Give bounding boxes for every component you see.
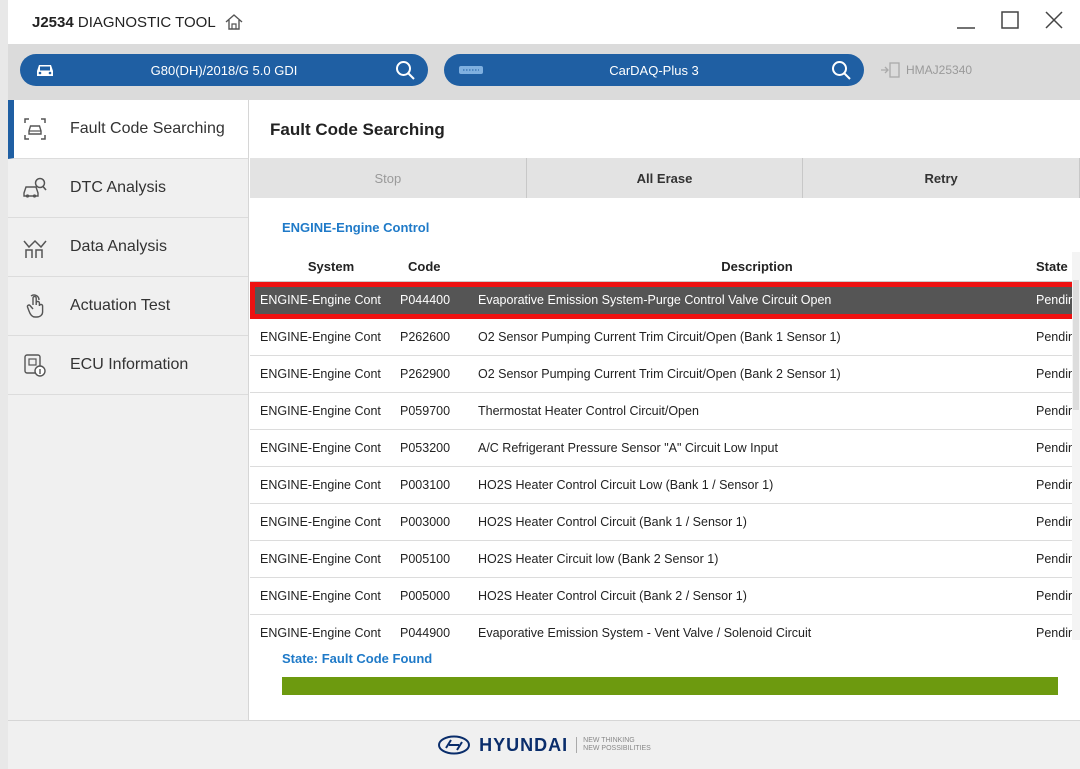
cell-code: P059700 bbox=[400, 404, 451, 418]
hyundai-emblem-icon bbox=[438, 735, 471, 755]
car-scan-icon bbox=[24, 118, 46, 140]
cell-code: P005100 bbox=[400, 552, 451, 566]
sidebar-item-ecu-information[interactable]: ECU Information bbox=[8, 336, 248, 395]
progress-fill bbox=[282, 677, 1058, 695]
action-bar: Stop All Erase Retry bbox=[250, 158, 1080, 198]
cell-description: HO2S Heater Control Circuit Low (Bank 1 … bbox=[478, 478, 774, 492]
search-icon[interactable] bbox=[394, 59, 416, 81]
cell-code: P044900 bbox=[400, 626, 451, 640]
table-scrollbar[interactable] bbox=[1072, 252, 1080, 640]
device-selector[interactable]: CarDAQ-Plus 3 bbox=[444, 54, 864, 86]
search-icon[interactable] bbox=[830, 59, 852, 81]
cell-system: ENGINE-Engine Cont bbox=[260, 626, 381, 640]
column-header-description[interactable]: Description bbox=[472, 259, 1036, 274]
main-panel: Fault Code Searching Stop All Erase Retr… bbox=[250, 100, 1080, 720]
cell-system: ENGINE-Engine Cont bbox=[260, 330, 381, 344]
cell-code: P005000 bbox=[400, 589, 451, 603]
table-row[interactable]: ENGINE-Engine Cont P262600 O2 Sensor Pumpi… bbox=[250, 319, 1080, 356]
cell-description: HO2S Heater Control Circuit (Bank 1 / Se… bbox=[478, 515, 747, 529]
sidebar-item-label: Data Analysis bbox=[70, 238, 167, 255]
sidebar-item-label: DTC Analysis bbox=[70, 179, 167, 196]
cell-code: P003000 bbox=[400, 515, 451, 529]
title-bar: J2534 DIAGNOSTIC TOOL bbox=[8, 0, 1080, 44]
cell-system: ENGINE-Engine Cont bbox=[260, 478, 381, 492]
device-label: CarDAQ-Plus 3 bbox=[609, 62, 699, 78]
vin-indicator: HMAJ25340 bbox=[880, 62, 972, 78]
brand-name: HYUNDAI bbox=[479, 734, 569, 755]
retry-button[interactable]: Retry bbox=[803, 158, 1080, 198]
cell-description: Evaporative Emission System - Vent Valve… bbox=[478, 626, 812, 640]
scrollbar-thumb[interactable] bbox=[1073, 280, 1079, 410]
column-header-code[interactable]: Code bbox=[390, 259, 472, 274]
table-row[interactable]: ENGINE-Engine Cont P003100 HO2S Heater Con… bbox=[250, 467, 1080, 504]
sidebar-item-label: Actuation Test bbox=[70, 297, 171, 314]
cell-description: HO2S Heater Circuit low (Bank 2 Sensor 1… bbox=[478, 552, 719, 566]
table-body: ENGINE-Engine Cont P044400 Evaporative Emi… bbox=[250, 282, 1080, 640]
table-row[interactable]: ENGINE-Engine Cont P005000 HO2S Heater Con… bbox=[250, 578, 1080, 615]
column-header-system[interactable]: System bbox=[250, 259, 390, 274]
sidebar-item-actuation-test[interactable]: Actuation Test bbox=[8, 277, 248, 336]
vehicle-label: G80(DH)/2018/G 5.0 GDI bbox=[150, 62, 298, 78]
sidebar: Fault Code Searching DTC Analysis Data A… bbox=[8, 100, 249, 720]
brand-tagline: NEW THINKING NEW POSSIBILITIES bbox=[576, 737, 651, 753]
stop-button[interactable]: Stop bbox=[250, 158, 527, 198]
app-window: J2534 DIAGNOSTIC TOOL G80(DH)/2018/G 5.0… bbox=[8, 0, 1080, 769]
all-erase-button[interactable]: All Erase bbox=[527, 158, 804, 198]
sidebar-item-data-analysis[interactable]: Data Analysis bbox=[8, 218, 248, 277]
table-row[interactable]: ENGINE-Engine Cont P262900 O2 Sensor Pumpi… bbox=[250, 356, 1080, 393]
cell-code: P044400 bbox=[400, 293, 451, 307]
cell-description: Evaporative Emission System-Purge Contro… bbox=[478, 293, 832, 307]
vehicle-selector[interactable]: G80(DH)/2018/G 5.0 GDI bbox=[20, 54, 428, 86]
cell-code: P262600 bbox=[400, 330, 451, 344]
minimize-icon[interactable] bbox=[954, 8, 978, 32]
cell-description: HO2S Heater Control Circuit (Bank 2 / Se… bbox=[478, 589, 747, 603]
hyundai-logo: HYUNDAI NEW THINKING NEW POSSIBILITIES bbox=[437, 735, 651, 756]
waveform-icon bbox=[23, 239, 47, 258]
cell-description: O2 Sensor Pumping Current Trim Circuit/O… bbox=[478, 330, 841, 344]
cell-system: ENGINE-Engine Cont bbox=[260, 367, 381, 381]
cell-system: ENGINE-Engine Cont bbox=[260, 589, 381, 603]
table-row[interactable]: ENGINE-Engine Cont P044900 Evaporative Emi… bbox=[250, 615, 1080, 640]
table-row[interactable]: ENGINE-Engine Cont P059700 Thermostat Heat… bbox=[250, 393, 1080, 430]
cell-system: ENGINE-Engine Cont bbox=[260, 552, 381, 566]
cell-code: P053200 bbox=[400, 441, 451, 455]
sidebar-item-label: Fault Code Searching bbox=[70, 120, 225, 137]
dtc-table: System Code Description State ENGINE-Eng… bbox=[250, 252, 1080, 640]
cell-system: ENGINE-Engine Cont bbox=[260, 441, 381, 455]
sidebar-item-fault-code-searching[interactable]: Fault Code Searching bbox=[8, 100, 248, 159]
cell-system: ENGINE-Engine Cont bbox=[260, 515, 381, 529]
cell-system: ENGINE-Engine Cont bbox=[260, 404, 381, 418]
sidebar-item-label: ECU Information bbox=[70, 356, 189, 373]
table-row[interactable]: ENGINE-Engine Cont P044400 Evaporative Emi… bbox=[250, 282, 1080, 319]
close-icon[interactable] bbox=[1042, 8, 1066, 32]
cell-code: P003100 bbox=[400, 478, 451, 492]
vehicle-bar: G80(DH)/2018/G 5.0 GDI CarDAQ-Plus 3 HMA… bbox=[8, 44, 1080, 100]
maximize-icon[interactable] bbox=[998, 8, 1022, 32]
vin-label: HMAJ25340 bbox=[906, 63, 973, 77]
status-text: State: Fault Code Found bbox=[282, 651, 433, 666]
cell-system: ENGINE-Engine Cont bbox=[260, 293, 381, 307]
table-row[interactable]: ENGINE-Engine Cont P053200 A/C Refrigerant… bbox=[250, 430, 1080, 467]
cell-description: A/C Refrigerant Pressure Sensor "A" Circ… bbox=[478, 441, 778, 455]
progress-bar bbox=[282, 677, 1058, 695]
cell-code: P262900 bbox=[400, 367, 451, 381]
sidebar-item-dtc-analysis[interactable]: DTC Analysis bbox=[8, 159, 248, 218]
hand-touch-icon bbox=[26, 294, 44, 318]
app-title: J2534 DIAGNOSTIC TOOL bbox=[32, 13, 216, 31]
home-icon[interactable] bbox=[224, 12, 244, 32]
page-title: Fault Code Searching bbox=[270, 120, 445, 139]
footer: HYUNDAI NEW THINKING NEW POSSIBILITIES bbox=[8, 720, 1080, 769]
connect-icon bbox=[881, 62, 900, 78]
cell-description: O2 Sensor Pumping Current Trim Circuit/O… bbox=[478, 367, 841, 381]
system-section-title: ENGINE-Engine Control bbox=[282, 220, 430, 235]
table-header: System Code Description State bbox=[250, 252, 1080, 282]
table-row[interactable]: ENGINE-Engine Cont P005100 HO2S Heater Cir… bbox=[250, 541, 1080, 578]
cell-description: Thermostat Heater Control Circuit/Open bbox=[478, 404, 699, 418]
car-search-icon bbox=[23, 177, 47, 198]
ecu-info-icon bbox=[24, 354, 46, 377]
table-row[interactable]: ENGINE-Engine Cont P003000 HO2S Heater Con… bbox=[250, 504, 1080, 541]
